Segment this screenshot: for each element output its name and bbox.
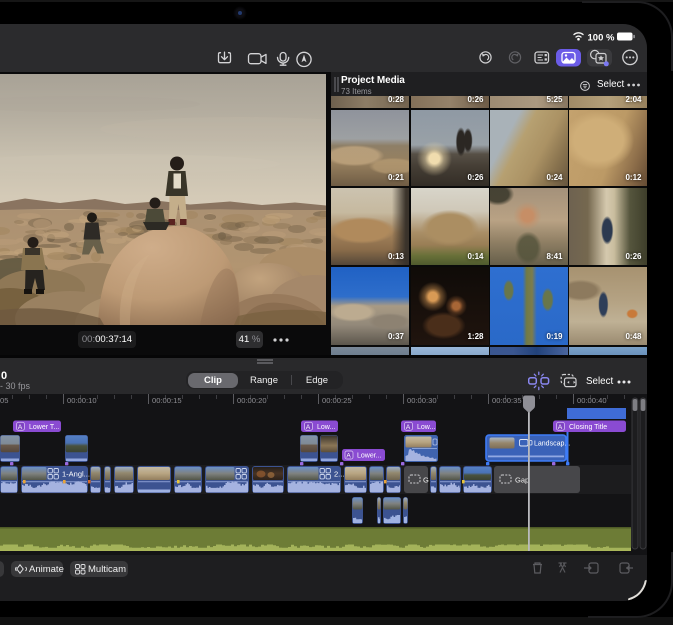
svg-text:05: 05 <box>0 396 8 405</box>
svg-text:00:00:40: 00:00:40 <box>577 396 607 405</box>
svg-text:A: A <box>558 424 563 431</box>
svg-text:Low...: Low... <box>417 424 435 431</box>
svg-text:00:00:30: 00:00:30 <box>407 396 437 405</box>
svg-text:Gap: Gap <box>515 476 529 485</box>
svg-text:G: G <box>423 476 429 485</box>
svg-text:A: A <box>18 424 23 431</box>
svg-text:A: A <box>306 424 311 431</box>
svg-text:1-Angl...: 1-Angl... <box>62 470 90 479</box>
svg-text:00:00:10: 00:00:10 <box>67 396 97 405</box>
svg-text:A: A <box>406 424 411 431</box>
svg-text:Lower T...: Lower T... <box>29 424 59 431</box>
svg-text:Closing Title: Closing Title <box>569 424 607 431</box>
svg-text:00:00:20: 00:00:20 <box>237 396 267 405</box>
svg-text:00:00:35: 00:00:35 <box>492 396 522 405</box>
svg-text:Low...: Low... <box>317 424 335 431</box>
svg-text:Landscap...: Landscap... <box>534 441 570 448</box>
svg-text:100 %: 100 % <box>588 33 615 44</box>
svg-text:2...: 2... <box>334 470 344 479</box>
svg-text:A: A <box>346 453 351 460</box>
svg-text:Lower...: Lower... <box>357 453 382 460</box>
svg-text:00:00:25: 00:00:25 <box>322 396 352 405</box>
svg-text:00:00:15: 00:00:15 <box>152 396 182 405</box>
